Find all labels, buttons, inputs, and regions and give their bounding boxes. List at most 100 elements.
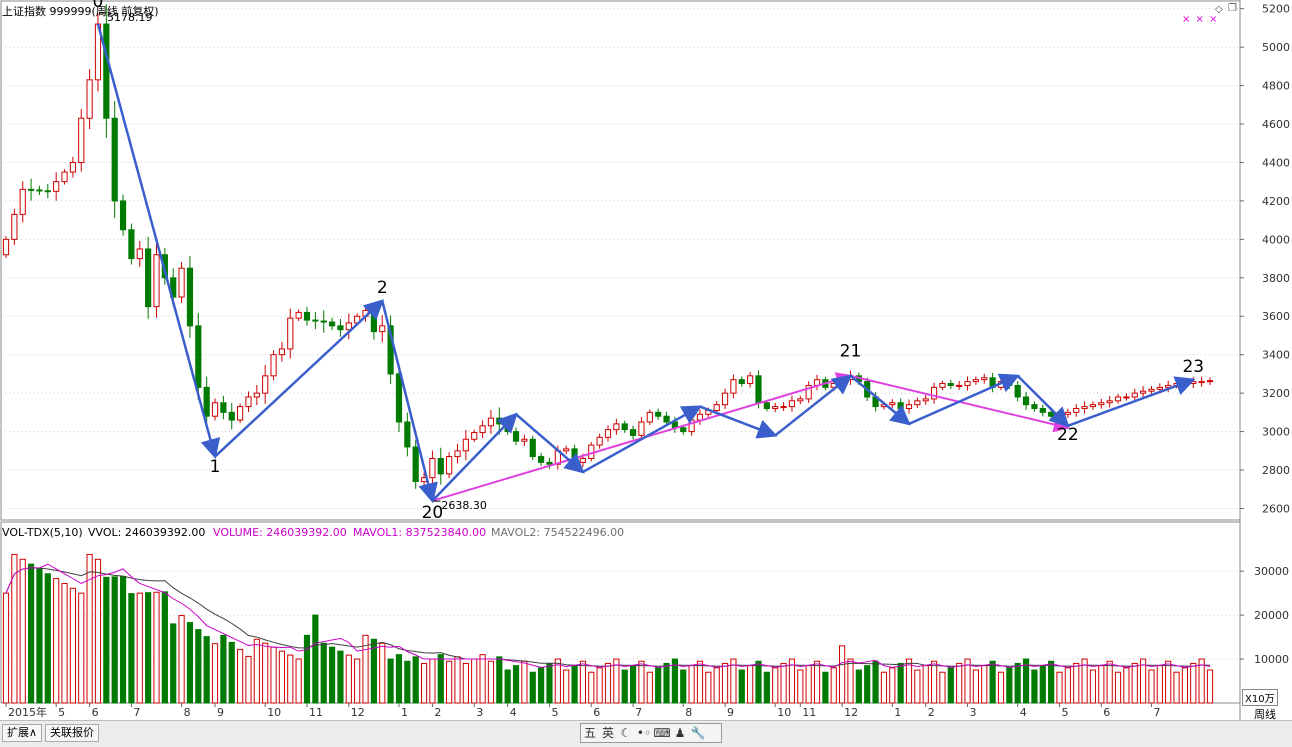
candle-body	[905, 404, 913, 410]
candle-body	[203, 386, 210, 417]
volume-bar	[404, 660, 411, 704]
volume-bar	[997, 671, 1005, 704]
volume-bar	[813, 660, 821, 704]
candle-body	[621, 423, 628, 431]
volume-bar	[830, 667, 837, 704]
wrench-icon[interactable]: 🔧	[689, 724, 707, 742]
volume-indicator-name: VOL-TDX(5,10)	[2, 526, 83, 539]
volume-bar	[688, 665, 695, 704]
candle-body	[287, 317, 294, 350]
volume-bar	[738, 669, 745, 704]
volume-bar	[186, 622, 194, 704]
candle-body	[11, 213, 18, 240]
candle-body	[604, 429, 612, 438]
volume-bar	[1181, 667, 1189, 704]
candle-body	[1123, 396, 1130, 399]
volume-bar	[328, 646, 336, 704]
volume-bar	[1156, 665, 1163, 704]
ime-logo-icon[interactable]: 五	[581, 724, 599, 742]
candle-body	[237, 406, 244, 421]
candle-body	[412, 446, 419, 483]
volume-bar	[780, 662, 787, 704]
volume-bar	[1106, 660, 1113, 704]
punctuation-icon[interactable]: •◦	[635, 724, 653, 742]
volume-bar	[437, 654, 444, 704]
ime-english-icon[interactable]: 英	[599, 724, 617, 742]
volume-bar	[521, 660, 528, 704]
tab-expand[interactable]: 扩展∧	[2, 724, 43, 742]
volume-bar	[354, 658, 361, 704]
volume-bar	[220, 634, 227, 704]
volume-bar	[429, 658, 436, 704]
volume-bar	[504, 669, 511, 704]
volume-bar	[78, 592, 85, 704]
x-tick-label: 2	[928, 706, 935, 719]
volume-bar	[1114, 671, 1122, 704]
volume-bar	[44, 573, 51, 704]
price-tick-label: 4000	[1262, 233, 1290, 246]
x-tick-label: 2	[434, 706, 441, 719]
wave-line-blue	[774, 374, 853, 437]
candle-body	[496, 417, 503, 425]
mavol1-line	[5, 563, 1211, 668]
candle-body	[437, 457, 444, 475]
kline-chart-svg[interactable]: 2600 2800 3000 3200 3400 3600 3800 4000 4200 4400…	[0, 0, 1292, 720]
x-tick-label: 8	[184, 706, 191, 719]
x-tick-label: 7	[1153, 706, 1160, 719]
candle-body	[914, 400, 921, 406]
x-tick-label: 7	[133, 706, 140, 719]
candle-body	[153, 254, 160, 308]
keyboard-icon[interactable]: ⌨	[653, 724, 671, 742]
volume-bar	[337, 650, 344, 704]
candle-body	[220, 402, 227, 413]
x-tick-label: 5	[58, 706, 65, 719]
price-tick-label: 5200	[1262, 3, 1290, 16]
volume-bar	[211, 643, 219, 704]
volume-bar	[479, 654, 486, 704]
volume-bar	[646, 671, 653, 704]
volume-bar	[228, 641, 235, 704]
candle-body	[454, 450, 461, 458]
restore-window-icon[interactable]: ❐	[1228, 3, 1237, 14]
volume-value: VOLUME: 246039392.00	[213, 526, 347, 539]
volume-bar	[2, 592, 10, 704]
volume-bar	[1131, 662, 1138, 704]
candle-body	[772, 406, 779, 410]
price-tick-label: 3600	[1262, 310, 1290, 323]
moon-icon[interactable]: ☾	[617, 724, 635, 742]
volume-bar	[61, 582, 68, 704]
candle-body	[253, 392, 260, 398]
candle-body	[788, 400, 796, 408]
volume-bar	[387, 658, 394, 704]
candle-body	[69, 161, 76, 173]
candle-body	[186, 267, 194, 327]
volume-bar	[872, 660, 879, 704]
wave-label: 22	[1057, 425, 1079, 445]
volume-bar	[1148, 669, 1155, 704]
candle-body	[61, 171, 68, 183]
tab-related-quotes[interactable]: 关联报价	[45, 724, 99, 742]
chart-stage[interactable]: 2600 2800 3000 3200 3400 3600 3800 4000 4200 4400…	[0, 0, 1292, 747]
volume-bar	[379, 642, 386, 704]
candle-body	[36, 189, 43, 192]
mavol1-value: MAVOL1: 837523840.00	[353, 526, 487, 539]
price-tick-label: 3000	[1262, 426, 1290, 439]
candle-body	[1048, 411, 1055, 417]
user-icon[interactable]: ♟	[671, 724, 689, 742]
candle-body	[53, 181, 60, 192]
candle-body	[738, 379, 745, 385]
volume-tick-label: 10000	[1254, 653, 1289, 666]
price-tick-label: 2600	[1262, 502, 1290, 515]
candle-body	[1064, 411, 1071, 415]
volume-bar	[237, 648, 244, 704]
ime-toolbar[interactable]: 五英 ☾ •◦ ⌨ ♟ 🔧	[580, 723, 722, 743]
candle-body	[1190, 381, 1197, 385]
candle-body	[1198, 381, 1205, 384]
volume-bar	[939, 671, 946, 704]
volume-bar	[1064, 667, 1071, 704]
x-tick-label: 1	[894, 706, 901, 719]
candle-body	[228, 411, 235, 421]
volume-bar	[546, 662, 553, 704]
volume-bar	[1073, 662, 1080, 704]
price-tick-label: 4600	[1262, 118, 1290, 131]
